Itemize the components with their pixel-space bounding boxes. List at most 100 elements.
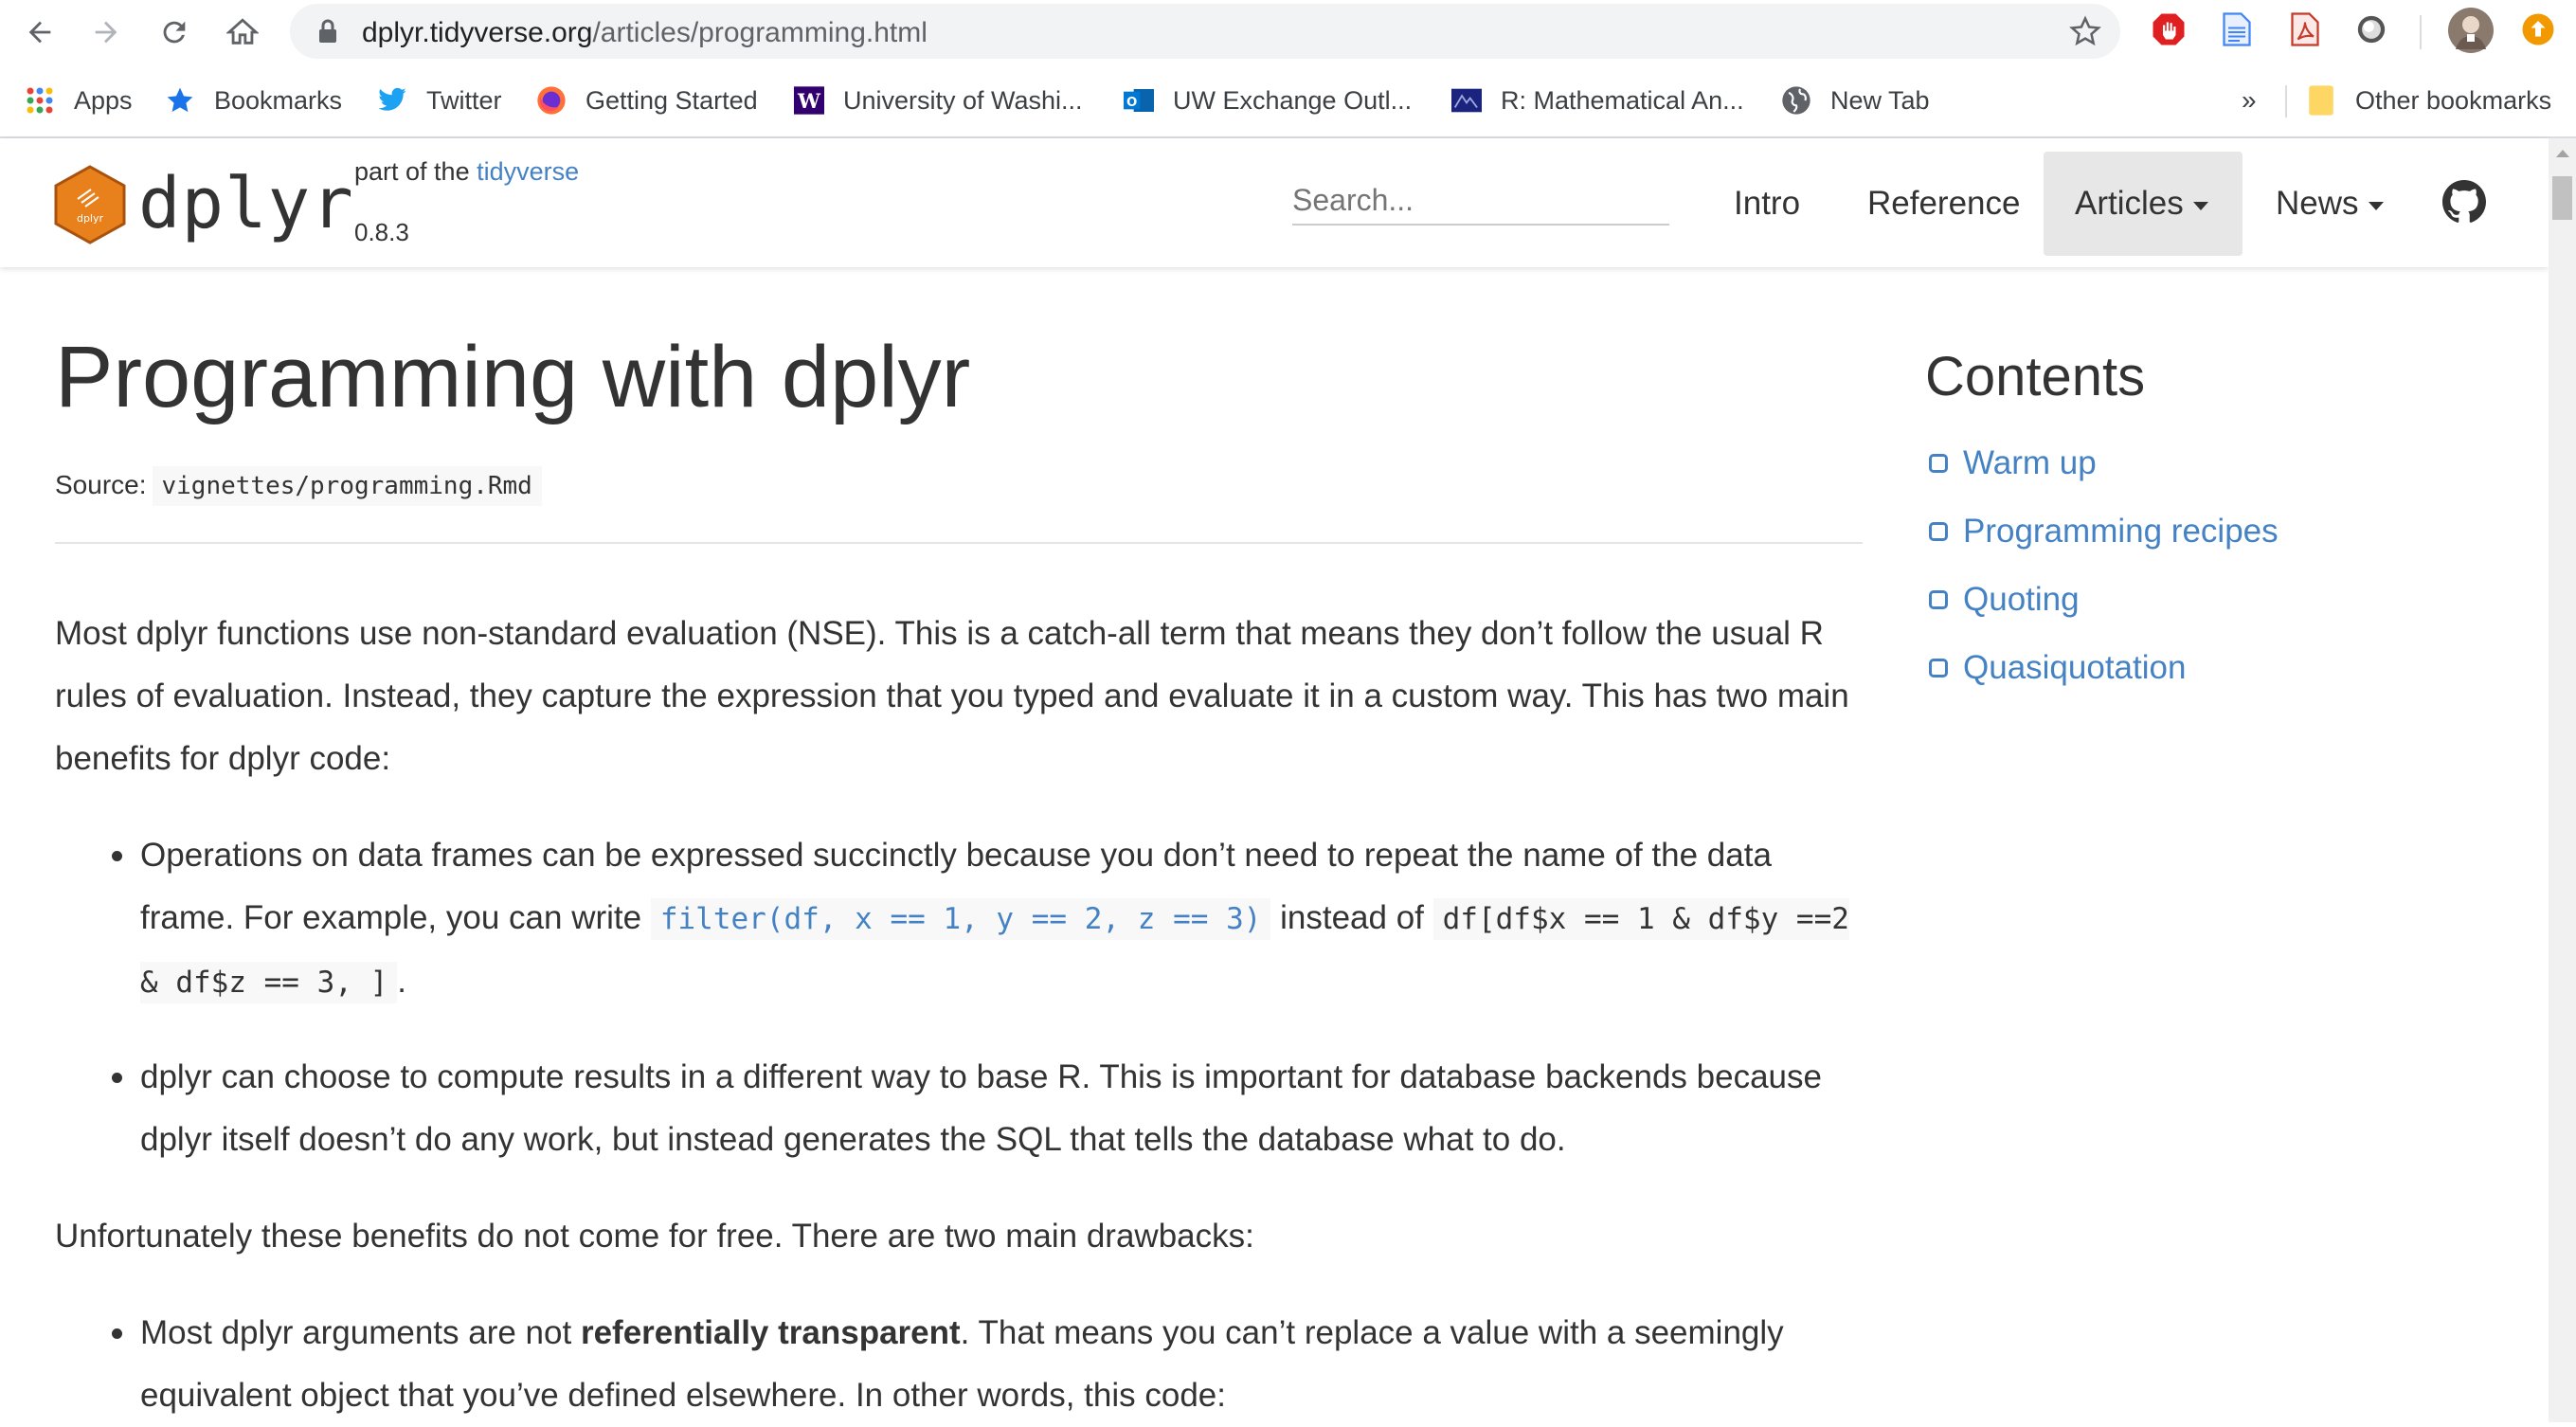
bookmark-r-mathematical[interactable]: R: Mathematical An... bbox=[1451, 83, 1744, 117]
firefox-icon bbox=[536, 85, 567, 116]
page-title: Programming with dplyr bbox=[55, 329, 971, 425]
drawback1-bold: referentially transparent bbox=[580, 1314, 961, 1351]
nav-intro[interactable]: Intro bbox=[1702, 152, 1831, 256]
bookmark-twitter[interactable]: Twitter bbox=[377, 83, 502, 117]
url-text: dplyr.tidyverse.org/articles/programming… bbox=[362, 17, 928, 49]
toc-item-quasiquotation[interactable]: Quasiquotation bbox=[1929, 644, 2186, 692]
profile-avatar[interactable] bbox=[2448, 8, 2494, 53]
bookmark-new-tab[interactable]: New Tab bbox=[1781, 83, 1930, 117]
toc-box-icon bbox=[1929, 522, 1948, 541]
bookmark-label: Bookmarks bbox=[214, 85, 343, 115]
reload-icon[interactable] bbox=[155, 13, 193, 51]
circle-extension-icon[interactable] bbox=[2353, 11, 2389, 47]
intro-paragraph: Most dplyr functions use non-standard ev… bbox=[55, 615, 1849, 777]
bookmark-getting-started[interactable]: Getting Started bbox=[536, 83, 758, 117]
benefit1-end: . bbox=[397, 963, 407, 1000]
nav-label: News bbox=[2276, 185, 2359, 222]
page-scrollbar[interactable] bbox=[2549, 138, 2576, 1422]
overflow-chevron: » bbox=[2242, 85, 2257, 115]
toc-title: Contents bbox=[1925, 346, 2146, 407]
bookmark-label: Apps bbox=[74, 85, 133, 115]
bookmarks-bar: Apps Bookmarks Twitter Getting Started W… bbox=[0, 64, 2576, 138]
toc-item-quoting[interactable]: Quoting bbox=[1929, 576, 2080, 623]
address-bar[interactable]: dplyr.tidyverse.org/articles/programming… bbox=[290, 4, 2120, 59]
toc-box-icon bbox=[1929, 590, 1948, 609]
dplyr-hex-logo[interactable]: dplyr bbox=[53, 165, 127, 249]
drawbacks-paragraph: Unfortunately these benefits do not come… bbox=[55, 1218, 1254, 1255]
drawback1-text: Most dplyr arguments are not bbox=[140, 1314, 572, 1351]
bookmark-bookmarks[interactable]: Bookmarks bbox=[165, 83, 342, 117]
home-icon[interactable] bbox=[224, 13, 261, 51]
title-divider bbox=[55, 542, 1863, 544]
adblock-icon[interactable] bbox=[2151, 11, 2187, 47]
globe-icon bbox=[1781, 85, 1811, 116]
source-label: Source: bbox=[55, 470, 147, 499]
search-input[interactable] bbox=[1292, 176, 1669, 226]
folder-icon bbox=[2306, 85, 2336, 116]
toc-label: Quasiquotation bbox=[1963, 649, 2187, 686]
url-path: /articles/programming.html bbox=[592, 17, 928, 48]
bookmark-label: Getting Started bbox=[585, 85, 758, 115]
toc-label: Quoting bbox=[1963, 581, 2080, 618]
scroll-up-arrow-icon[interactable] bbox=[2556, 150, 2569, 157]
bookmark-other[interactable]: Other bookmarks bbox=[2306, 83, 2551, 117]
bookmark-label: R: Mathematical An... bbox=[1501, 85, 1744, 115]
uw-icon: W bbox=[794, 85, 824, 116]
filter-code-link[interactable]: filter(df, x == 1, y == 2, z == 3) bbox=[650, 898, 1271, 940]
nav-news[interactable]: News bbox=[2244, 152, 2415, 256]
toolbar-divider bbox=[2420, 15, 2422, 49]
bookmark-label: Other bookmarks bbox=[2355, 85, 2552, 115]
star-icon bbox=[165, 85, 195, 116]
bookmark-apps[interactable]: Apps bbox=[25, 83, 133, 117]
bookmarks-overflow-button[interactable]: » bbox=[2242, 83, 2257, 117]
bookmark-label: UW Exchange Outl... bbox=[1173, 85, 1413, 115]
source-file-link[interactable]: vignettes/programming.Rmd bbox=[152, 466, 542, 506]
toc-item-programming-recipes[interactable]: Programming recipes bbox=[1929, 508, 2279, 555]
benefit1-mid-text: instead of bbox=[1280, 899, 1424, 936]
lock-icon bbox=[318, 19, 337, 48]
docs-extension-icon[interactable] bbox=[2219, 11, 2255, 47]
bookmark-star-icon[interactable] bbox=[2069, 15, 2101, 52]
toc-box-icon bbox=[1929, 454, 1948, 473]
toc-box-icon bbox=[1929, 659, 1948, 677]
url-domain: dplyr.tidyverse.org bbox=[362, 17, 593, 48]
benefit-bullet-2: dplyr can choose to compute results in a… bbox=[112, 1046, 1874, 1171]
scroll-thumb[interactable] bbox=[2552, 176, 2572, 220]
version-number: 0.8.3 bbox=[354, 218, 409, 246]
bookmark-label: University of Washi... bbox=[843, 85, 1083, 115]
caret-down-icon bbox=[2368, 201, 2384, 210]
bookmark-label: Twitter bbox=[426, 85, 502, 115]
nav-reference[interactable]: Reference bbox=[1836, 152, 2051, 256]
outlook-icon: O bbox=[1124, 85, 1154, 116]
part-of-label: part of the bbox=[354, 157, 470, 186]
bookmark-uw-exchange[interactable]: O UW Exchange Outl... bbox=[1124, 83, 1412, 117]
nav-label: Articles bbox=[2075, 185, 2184, 222]
tidyverse-link[interactable]: tidyverse bbox=[477, 157, 579, 186]
nav-label: Reference bbox=[1867, 185, 2021, 222]
apps-grid-icon bbox=[25, 85, 55, 116]
brand-name[interactable]: dplyr bbox=[138, 163, 354, 244]
toc-label: Programming recipes bbox=[1963, 513, 2279, 550]
r-doc-icon bbox=[1451, 85, 1482, 116]
toc-item-warm-up[interactable]: Warm up bbox=[1929, 440, 2097, 487]
part-of-tidyverse: part of the tidyverse bbox=[354, 157, 579, 187]
source-line: Source: vignettes/programming.Rmd bbox=[55, 466, 542, 506]
github-icon[interactable] bbox=[2442, 180, 2486, 228]
benefit-bullet-1: Operations on data frames can be express… bbox=[112, 824, 1874, 1014]
bookmark-label: New Tab bbox=[1830, 85, 1930, 115]
bookmarks-divider bbox=[2285, 85, 2287, 117]
drawback-bullet-1: Most dplyr arguments are not referential… bbox=[112, 1302, 1874, 1427]
nav-label: Intro bbox=[1734, 185, 1801, 222]
update-icon[interactable] bbox=[2520, 11, 2556, 47]
pdf-extension-icon[interactable] bbox=[2287, 11, 2323, 47]
caret-down-icon bbox=[2192, 201, 2208, 210]
browser-toolbar: dplyr.tidyverse.org/articles/programming… bbox=[0, 0, 2576, 64]
site-navbar: dplyr dplyr part of the tidyverse 0.8.3 … bbox=[0, 138, 2549, 267]
bookmark-university-of-washington[interactable]: W University of Washi... bbox=[794, 83, 1083, 117]
back-arrow-icon[interactable] bbox=[21, 13, 59, 51]
forward-arrow-icon[interactable] bbox=[87, 13, 125, 51]
nav-articles[interactable]: Articles bbox=[2044, 152, 2243, 256]
svg-text:W: W bbox=[797, 90, 821, 114]
logo-text: dplyr bbox=[77, 212, 104, 225]
svg-text:O: O bbox=[1126, 96, 1137, 110]
